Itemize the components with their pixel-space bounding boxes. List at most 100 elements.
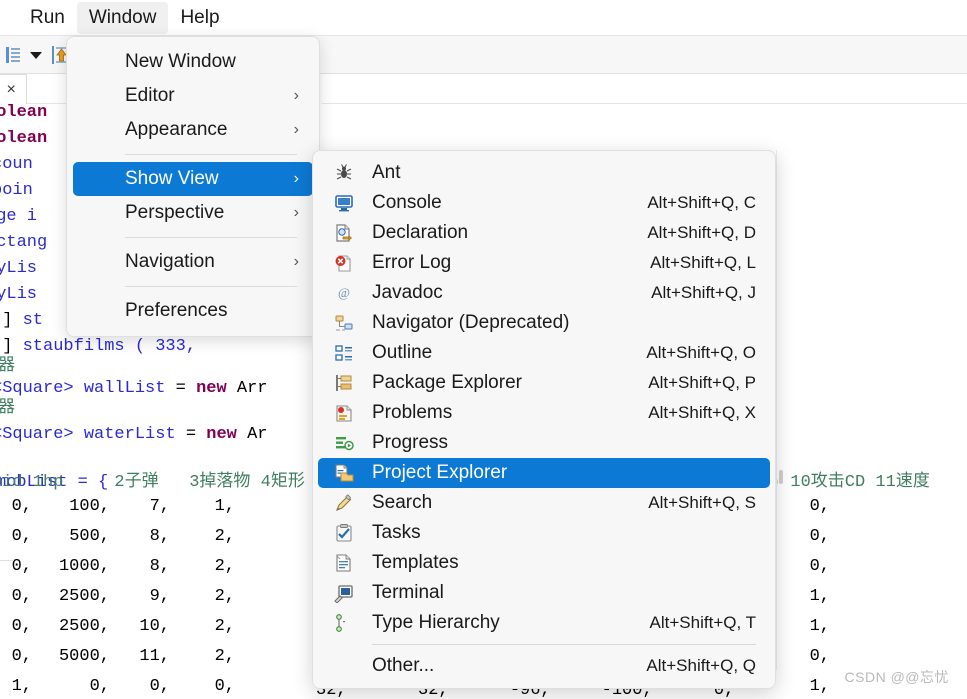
code-table-cell: 7, <box>149 497 170 516</box>
gutter-divider <box>0 560 14 561</box>
show-view-item-label: Progress <box>372 432 449 453</box>
code-table-cell: 2500, <box>58 587 110 606</box>
show-view-item-label: Tasks <box>372 522 421 543</box>
window-menu-item-navigation[interactable]: Navigation › <box>73 245 313 279</box>
show-view-item-templates[interactable]: Templates <box>318 548 770 578</box>
menu-separator <box>372 644 756 645</box>
list-icon[interactable] <box>2 43 24 67</box>
code-table-cell: 1000, <box>58 557 110 576</box>
show-view-item-label: Search <box>372 492 433 513</box>
code-table-cell: 100, <box>69 497 110 516</box>
window-menu-item-new-window[interactable]: New Window <box>73 45 313 79</box>
code-table-cell: 2, <box>214 587 235 606</box>
window-menu-item-label: Show View <box>125 168 219 189</box>
code-token: coun <box>0 155 33 174</box>
svg-text:@: @ <box>338 285 350 300</box>
show-view-item-problems[interactable]: Problems Alt+Shift+Q, X <box>318 398 770 428</box>
progress-icon <box>334 433 356 453</box>
code-table-cell: 0, <box>149 677 170 696</box>
menu-separator <box>125 237 297 238</box>
show-view-item-shortcut: Alt+Shift+Q, S <box>648 493 756 512</box>
show-view-item-label: Outline <box>372 342 433 363</box>
code-token: waterList <box>83 425 186 444</box>
menu-separator <box>125 154 297 155</box>
code-table-cell: 0, <box>809 557 830 576</box>
code-table-column-1: 0,0,0,0,0,0,1,2,3, <box>0 492 32 699</box>
chevron-down-icon[interactable] <box>28 45 44 65</box>
code-table-cell: 2, <box>214 527 235 546</box>
show-view-item-declaration[interactable]: Declaration Alt+Shift+Q, D <box>318 218 770 248</box>
show-view-submenu: Ant Console Alt+Shift+Q, C Declaration Alt+S… <box>312 150 776 689</box>
code-token: ectang <box>0 233 48 252</box>
close-icon[interactable]: × <box>6 81 15 98</box>
project-explorer-icon <box>334 463 356 483</box>
code-table-cell: 500, <box>69 527 110 546</box>
code-table-cell: 1, <box>11 677 32 696</box>
code-table-cell: 1, <box>214 497 235 516</box>
show-view-item-navigator-deprecated[interactable]: Navigator (Deprecated) <box>318 308 770 338</box>
show-view-item-javadoc[interactable]: @ Javadoc Alt+Shift+Q, J <box>318 278 770 308</box>
chevron-right-icon: › <box>293 204 299 221</box>
show-view-item-label: Ant <box>372 162 401 183</box>
menubar-item-window[interactable]: Window <box>76 1 169 34</box>
terminal-icon <box>334 583 356 604</box>
code-token: age i <box>0 207 38 226</box>
show-view-item-outline[interactable]: Outline Alt+Shift+Q, O <box>318 338 770 368</box>
code-table-cell: 0, <box>11 497 32 516</box>
window-menu-item-preferences[interactable]: Preferences <box>73 294 313 328</box>
code-line: <Square> waterList = new Ar <box>0 420 267 450</box>
show-view-item-label: Error Log <box>372 252 452 273</box>
window-menu-item-editor[interactable]: Editor › <box>73 79 313 113</box>
code-table-column-right: 0,0,0,1,1,0,1,1,1, <box>790 492 830 699</box>
code-table-cell: 9, <box>149 587 170 606</box>
code-token: Ar <box>247 425 268 444</box>
navigator-icon <box>334 313 356 333</box>
chevron-right-icon: › <box>293 170 299 187</box>
show-view-item-label: Declaration <box>372 222 469 243</box>
show-view-item-label: Package Explorer <box>372 372 522 393</box>
show-view-item-other[interactable]: Other... Alt+Shift+Q, Q <box>318 651 770 681</box>
show-view-item-project-explorer[interactable]: Project Explorer <box>318 458 770 488</box>
code-token: 器 <box>0 399 15 418</box>
menubar-item-run[interactable]: Run <box>18 2 77 34</box>
code-table-cell: 0, <box>11 587 32 606</box>
outline-icon <box>334 343 356 363</box>
show-view-item-shortcut: Alt+Shift+Q, J <box>651 283 756 302</box>
code-table-cell: 2, <box>214 647 235 666</box>
scrollbar-thumb[interactable] <box>779 470 783 484</box>
code-token: <Square> <box>0 425 84 444</box>
show-view-item-label: Type Hierarchy <box>372 612 500 633</box>
application-window: oolean oolean coun poin age i ectang ayLis ayLi… <box>0 0 967 699</box>
show-view-item-error-log[interactable]: Error Log Alt+Shift+Q, L <box>318 248 770 278</box>
show-view-item-ant[interactable]: Ant <box>318 158 770 188</box>
window-menu-item-label: Perspective <box>125 202 225 223</box>
ant-icon <box>334 163 356 183</box>
show-view-item-progress[interactable]: Progress <box>318 428 770 458</box>
show-view-item-search[interactable]: Search Alt+Shift+Q, S <box>318 488 770 518</box>
show-view-item-terminal[interactable]: Terminal <box>318 578 770 608</box>
none-icon <box>334 656 356 676</box>
show-view-item-console[interactable]: Console Alt+Shift+Q, C <box>318 188 770 218</box>
show-view-item-type-hierarchy[interactable]: Type Hierarchy Alt+Shift+Q, T <box>318 608 770 638</box>
window-menu-item-perspective[interactable]: Perspective › <box>73 196 313 230</box>
show-view-item-tasks[interactable]: Tasks <box>318 518 770 548</box>
code-table-column-3: 7,8,8,9,10,11,0,0,0, <box>120 492 170 699</box>
window-menu-item-label: Preferences <box>125 300 228 321</box>
window-menu-item-show-view[interactable]: Show View › <box>73 162 313 196</box>
editor-tab-a[interactable]: a × <box>0 74 27 104</box>
window-menu-item-appearance[interactable]: Appearance › <box>73 113 313 147</box>
code-table-cell: 5000, <box>58 647 110 666</box>
javadoc-icon: @ <box>334 283 356 303</box>
code-token: = <box>175 379 197 398</box>
show-view-item-label: Templates <box>372 552 459 573</box>
code-table-cell: 11, <box>139 647 170 666</box>
code-table-cell: 2500, <box>58 617 110 636</box>
show-view-item-package-explorer[interactable]: Package Explorer Alt+Shift+Q, P <box>318 368 770 398</box>
chevron-right-icon: › <box>293 121 299 138</box>
code-table-cell: 0, <box>11 647 32 666</box>
menubar-item-help[interactable]: Help <box>168 2 231 34</box>
window-menu-item-label: Navigation <box>125 251 215 272</box>
templates-icon <box>334 553 356 573</box>
show-view-item-shortcut: Alt+Shift+Q, L <box>650 253 756 272</box>
show-view-item-shortcut: Alt+Shift+Q, C <box>647 193 756 212</box>
